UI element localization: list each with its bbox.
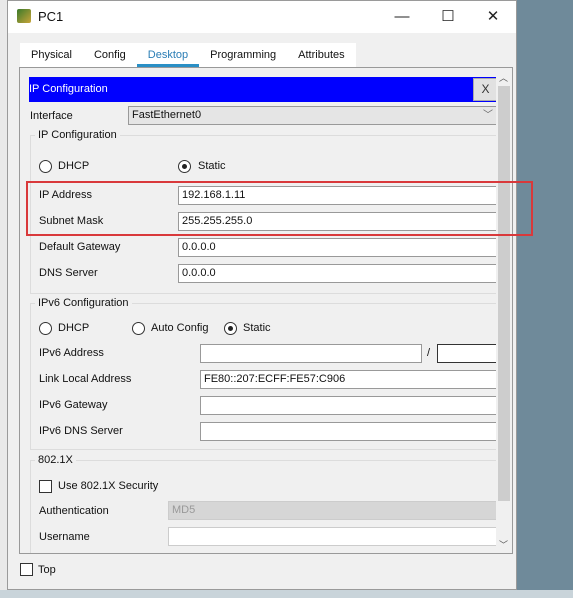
window-title: PC1: [38, 9, 64, 24]
close-ip-config-button[interactable]: X: [473, 78, 498, 101]
ipv4-static-label: Static: [198, 160, 226, 172]
ipv4-group-label: IP Configuration: [35, 129, 120, 141]
header-title: IP Configuration: [29, 83, 108, 95]
maximize-button[interactable]: ☐: [428, 5, 468, 29]
ipv4-dhcp-label: DHCP: [58, 160, 90, 172]
top-checkbox[interactable]: [20, 563, 33, 576]
title-bar: PC1 — ☐ ✕: [8, 1, 516, 33]
use-8021x-label: Use 802.1X Security: [58, 480, 159, 492]
prefix-slash: /: [427, 347, 431, 359]
ipv6-group-label: IPv6 Configuration: [35, 297, 132, 309]
ipv6-static-radio[interactable]: [224, 322, 237, 335]
desktop-panel: IP Configuration X Interface FastEtherne…: [19, 67, 513, 554]
tab-attributes[interactable]: Attributes: [287, 43, 355, 67]
authentication-label: Authentication: [39, 505, 109, 517]
link-local-input[interactable]: FE80::207:ECFF:FE57:C906: [200, 370, 512, 389]
authentication-select[interactable]: MD5﹀: [168, 501, 512, 520]
pc-icon: [17, 9, 31, 23]
link-local-label: Link Local Address: [39, 373, 132, 385]
tab-bar: Physical Config Desktop Programming Attr…: [20, 43, 356, 67]
use-8021x-checkbox[interactable]: [39, 480, 52, 493]
ipv6-gateway-input[interactable]: [200, 396, 512, 415]
default-gateway-label: Default Gateway: [39, 241, 121, 253]
ipv6-dhcp-radio[interactable]: [39, 322, 52, 335]
scroll-up-icon[interactable]: ︿: [499, 71, 508, 84]
ipv6-auto-label: Auto Config: [151, 322, 209, 334]
top-label: Top: [38, 564, 56, 576]
ipv6-address-label: IPv6 Address: [39, 347, 104, 359]
tab-physical[interactable]: Physical: [20, 43, 83, 67]
interface-label: Interface: [30, 110, 73, 122]
interface-value: FastEthernet0: [132, 109, 202, 121]
ipv4-static-radio[interactable]: [178, 160, 191, 173]
ipv6-gateway-label: IPv6 Gateway: [39, 399, 108, 411]
ipv6-auto-radio[interactable]: [132, 322, 145, 335]
ipv6-dns-input[interactable]: [200, 422, 512, 441]
chevron-down-icon: ﹀: [483, 110, 493, 121]
close-button[interactable]: ✕: [473, 5, 513, 29]
ipv6-dhcp-label: DHCP: [58, 322, 90, 334]
username-input[interactable]: [168, 527, 512, 546]
scroll-thumb[interactable]: [498, 86, 510, 501]
ipv4-dhcp-radio[interactable]: [39, 160, 52, 173]
default-gateway-input[interactable]: 0.0.0.0: [178, 238, 512, 257]
ipv6-dns-label: IPv6 DNS Server: [39, 425, 123, 437]
tab-config[interactable]: Config: [83, 43, 137, 67]
background-toolbar: [0, 590, 573, 598]
vertical-scrollbar[interactable]: ︿ ﹀: [496, 68, 512, 553]
dns-server-label: DNS Server: [39, 267, 98, 279]
tab-desktop[interactable]: Desktop: [136, 43, 200, 67]
scroll-down-icon[interactable]: ﹀: [499, 538, 508, 551]
ip-config-header: IP Configuration X: [29, 77, 499, 102]
pc1-window: PC1 — ☐ ✕ Physical Config Desktop Progra…: [7, 0, 517, 590]
highlight-box: [26, 181, 533, 236]
dns-server-input[interactable]: 0.0.0.0: [178, 264, 512, 283]
ipv6-static-label: Static: [243, 322, 271, 334]
interface-select[interactable]: FastEthernet0 ﹀: [128, 106, 499, 125]
tab-programming[interactable]: Programming: [199, 43, 287, 67]
username-label: Username: [39, 531, 90, 543]
dot1x-group-label: 802.1X: [35, 454, 76, 466]
minimize-button[interactable]: —: [382, 5, 422, 29]
ipv6-address-input[interactable]: [200, 344, 422, 363]
authentication-value: MD5: [172, 504, 196, 516]
